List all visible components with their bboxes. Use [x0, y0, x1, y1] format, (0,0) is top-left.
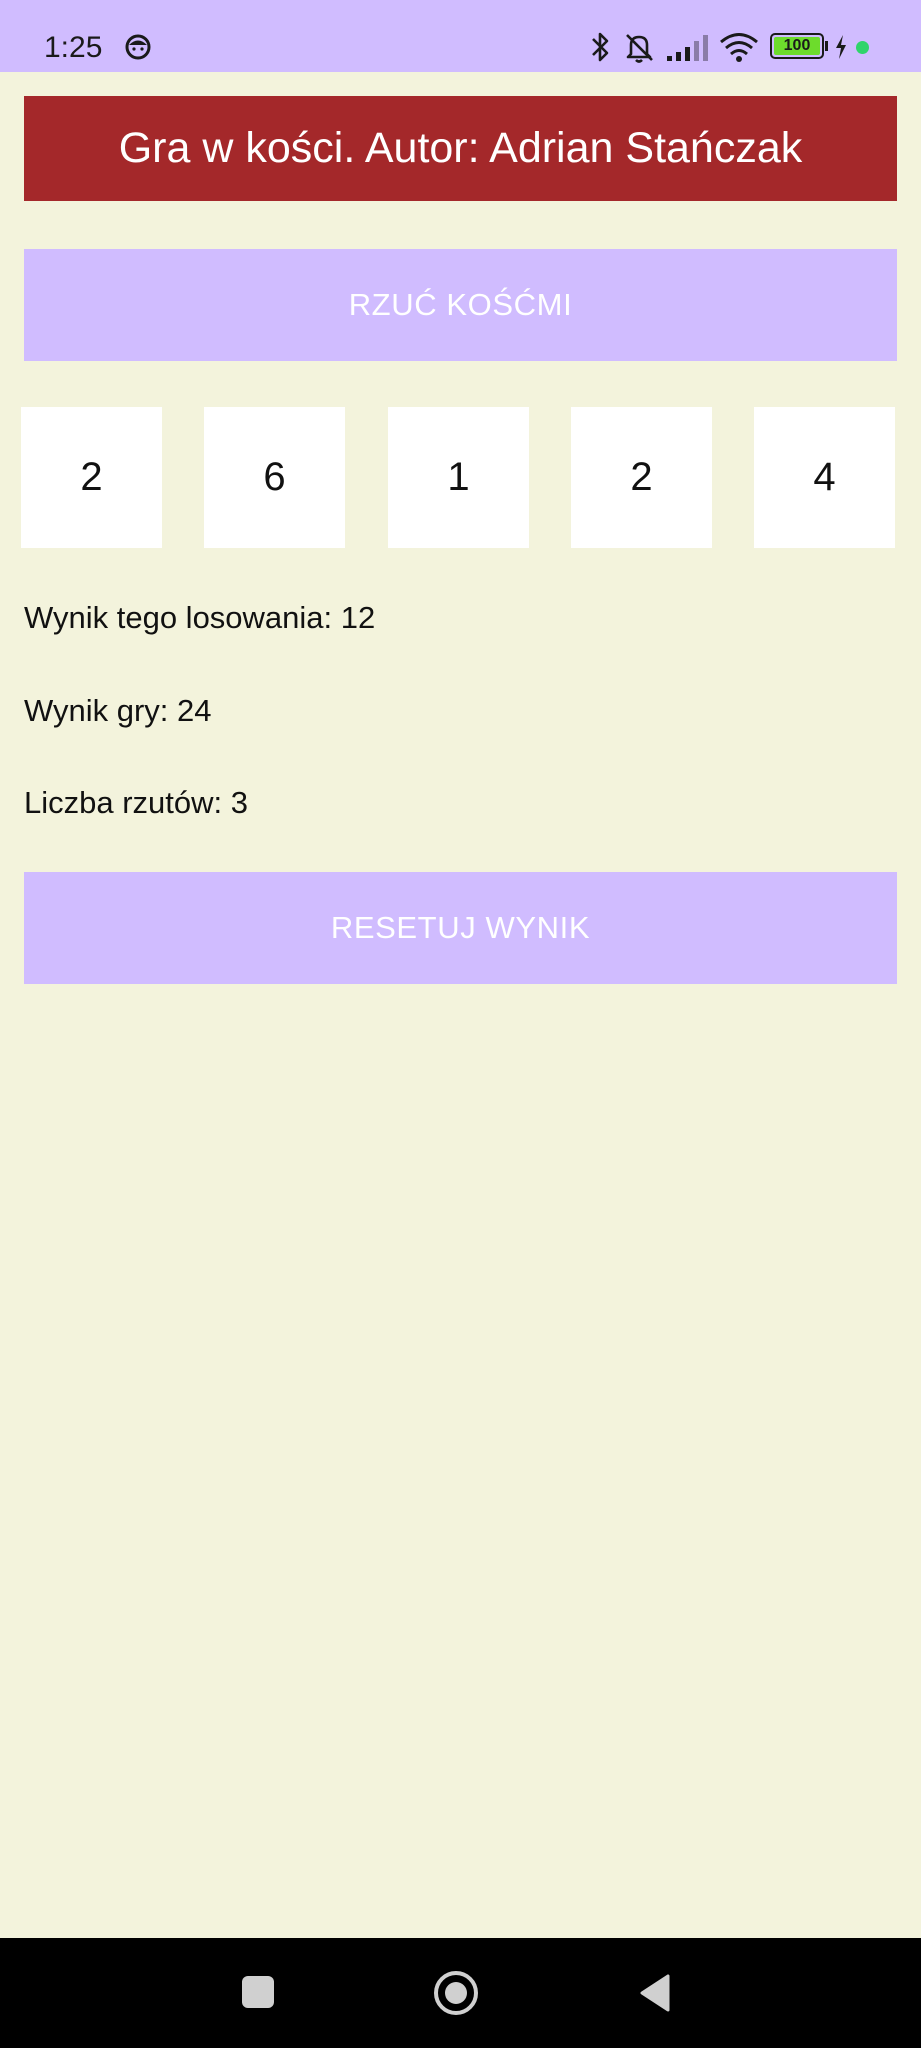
- face-icon: [125, 34, 151, 60]
- game-score-text: Wynik gry: 24: [24, 693, 212, 728]
- wifi-icon: [720, 33, 758, 62]
- die-1: 2: [21, 407, 162, 548]
- battery-tip: [825, 41, 828, 51]
- battery-level: 100: [774, 37, 820, 55]
- back-triangle-icon[interactable]: [638, 1973, 672, 2013]
- bell-off-icon: [626, 34, 653, 63]
- dice-row: 2 6 1 2 4: [21, 407, 895, 548]
- roll-dice-button[interactable]: RZUĆ KOŚĆMI: [24, 249, 897, 361]
- die-4: 2: [571, 407, 712, 548]
- status-bar: 1:25 100: [0, 0, 921, 72]
- navigation-bar: [0, 1938, 921, 2048]
- bluetooth-icon: [592, 32, 609, 62]
- die-3: 1: [388, 407, 529, 548]
- reset-score-button[interactable]: RESETUJ WYNIK: [24, 872, 897, 984]
- roll-count-text: Liczba rzutów: 3: [24, 785, 248, 820]
- status-time: 1:25: [44, 31, 103, 64]
- app-title: Gra w kości. Autor: Adrian Stańczak: [118, 124, 803, 172]
- home-circle-icon[interactable]: [433, 1970, 479, 2016]
- die-2: 6: [204, 407, 345, 548]
- die-5: 4: [754, 407, 895, 548]
- privacy-dot-icon: [856, 41, 869, 54]
- recents-square-icon[interactable]: [242, 1976, 274, 2008]
- app-title-bar: Gra w kości. Autor: Adrian Stańczak: [24, 96, 897, 201]
- charging-icon: [836, 35, 846, 59]
- signal-icon: [667, 35, 708, 61]
- roll-score-text: Wynik tego losowania: 12: [24, 600, 376, 635]
- battery-icon: 100: [770, 33, 824, 59]
